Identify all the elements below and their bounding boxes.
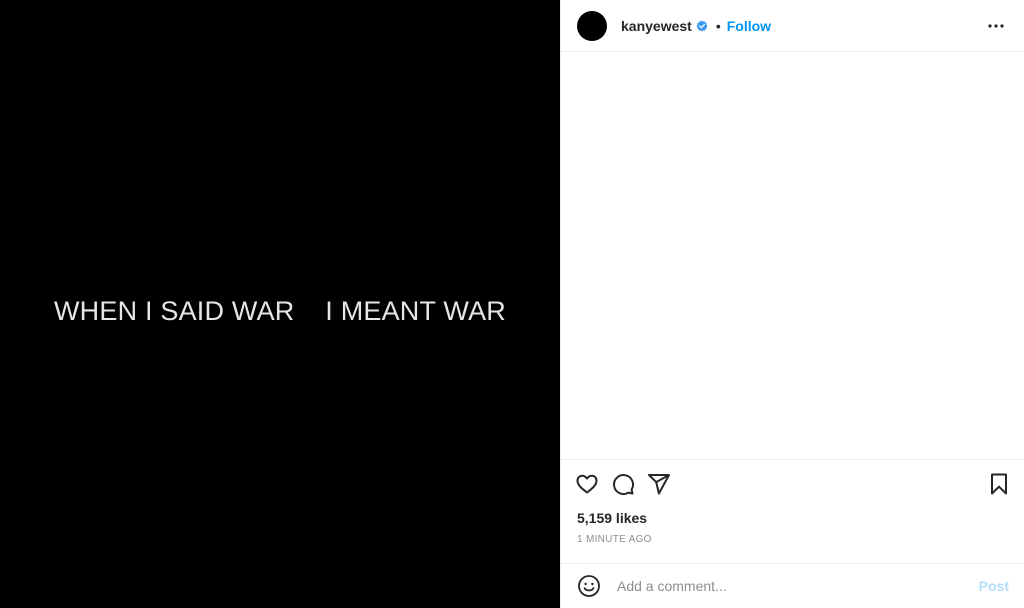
- bookmark-icon[interactable]: [987, 472, 1011, 496]
- username[interactable]: kanyewest: [621, 18, 692, 34]
- emoji-icon[interactable]: [577, 574, 601, 598]
- verified-badge-icon: [696, 20, 708, 32]
- post-media[interactable]: WHEN I SAID WAR I MEANT WAR: [0, 0, 560, 608]
- post-comment-button[interactable]: Post: [979, 578, 1009, 594]
- post-header: kanyewest • Follow: [561, 0, 1024, 52]
- avatar[interactable]: [577, 10, 607, 41]
- post-container: WHEN I SAID WAR I MEANT WAR kanyewest • …: [0, 0, 1024, 608]
- comment-bar: Post: [561, 563, 1024, 608]
- comment-input[interactable]: [615, 577, 979, 595]
- likes-count[interactable]: 5,159 likes: [577, 510, 647, 526]
- media-caption-text: WHEN I SAID WAR I MEANT WAR: [53, 296, 506, 326]
- post-side-panel: kanyewest • Follow 5,159 likes 1 MINUTE …: [560, 0, 1024, 608]
- comment-icon[interactable]: [611, 472, 635, 496]
- action-bar: [561, 459, 1024, 507]
- heart-icon[interactable]: [575, 472, 599, 496]
- share-icon[interactable]: [647, 472, 671, 496]
- post-timestamp[interactable]: 1 MINUTE AGO: [577, 534, 652, 545]
- more-options-icon[interactable]: [984, 14, 1008, 38]
- comments-area: [561, 52, 1024, 457]
- follow-button[interactable]: Follow: [727, 18, 771, 34]
- header-separator: •: [715, 17, 721, 34]
